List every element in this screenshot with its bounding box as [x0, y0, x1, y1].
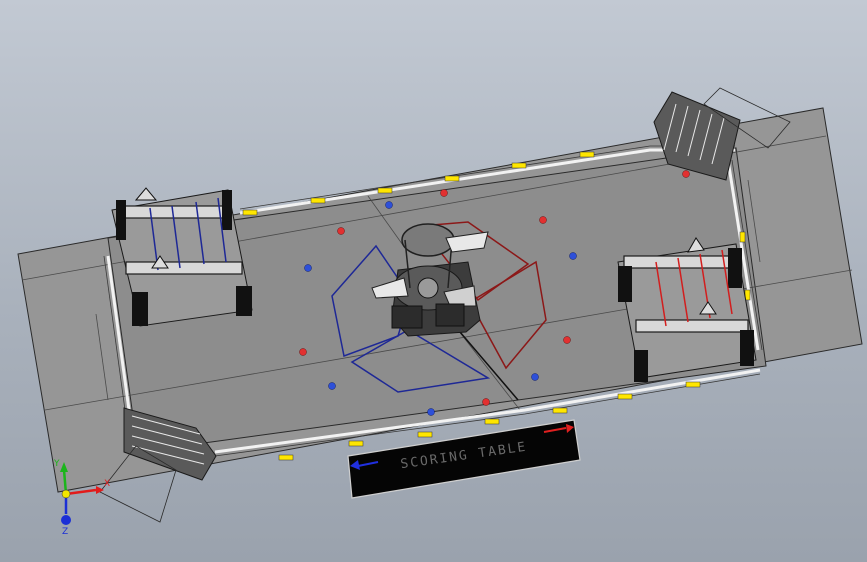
- cad-viewport[interactable]: SCORING TABLE X Y Z: [0, 0, 867, 562]
- triad-y-label: Y: [53, 459, 60, 469]
- triad-x-label: X: [104, 479, 110, 489]
- blue-alliance-tower: [111, 187, 253, 327]
- red-alliance-tower: [617, 237, 757, 382]
- triad-z-label: Z: [62, 527, 68, 537]
- field-model[interactable]: SCORING TABLE X Y Z: [0, 0, 867, 562]
